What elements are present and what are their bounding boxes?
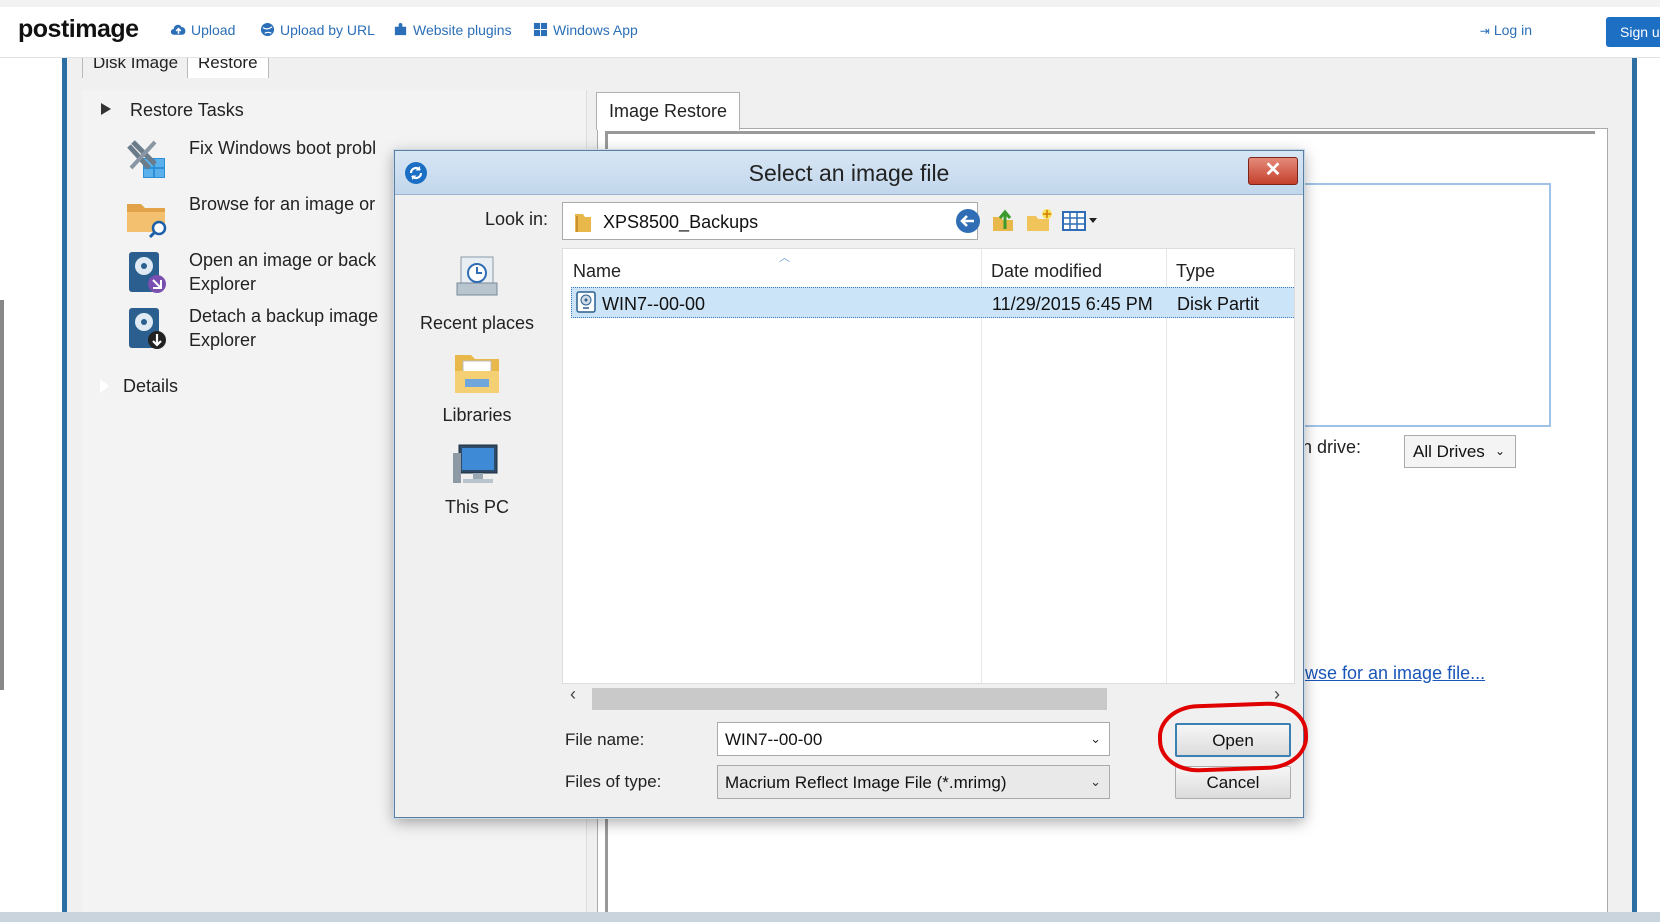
computer-icon (453, 444, 498, 483)
chevron-down-icon: ⌄ (1090, 731, 1101, 746)
task-open-explorer-label-2: Explorer (189, 274, 257, 294)
restore-tasks-header[interactable]: Restore Tasks (100, 100, 244, 121)
drive-filter-select[interactable]: All Drives ⌄ (1404, 435, 1516, 468)
place-recent[interactable]: Recent places (407, 253, 547, 334)
cloud-upload-icon (170, 24, 186, 35)
close-button[interactable]: ✕ (1248, 157, 1298, 185)
libraries-icon (455, 355, 499, 393)
nav-windows-app[interactable]: Windows App (532, 22, 638, 38)
site-logo-text: postimage (18, 15, 139, 43)
site-logo[interactable]: postimage (18, 15, 139, 44)
header-top-line (0, 0, 1660, 7)
task-browse-image-label: Browse for an image or (189, 194, 376, 214)
column-header-date[interactable]: Date modified (991, 249, 1102, 287)
sort-ascending-icon: ︿ (779, 252, 790, 264)
details-label: Details (123, 376, 179, 396)
bottom-strip (0, 912, 1660, 922)
site-header: postimage Upload Upload by URL Website p… (0, 0, 1660, 58)
scroll-left-icon[interactable]: ‹ (570, 684, 576, 705)
place-this-pc[interactable]: This PC (407, 443, 547, 518)
screenshot-stage: postimage Upload Upload by URL Website p… (0, 0, 1660, 922)
windows-icon (533, 22, 548, 37)
task-open-explorer[interactable]: Open an image or back Explorer (125, 248, 405, 298)
file-name-label: File name: (565, 730, 645, 749)
file-name-input[interactable]: WIN7--00-00 ⌄ (717, 722, 1110, 756)
disk-image-file-icon (576, 291, 596, 313)
recent-places-icon (456, 256, 498, 296)
annotation-circle (1156, 700, 1310, 774)
left-edge-strip (0, 300, 4, 690)
restore-tasks-title: Restore Tasks (130, 100, 244, 120)
signup-button[interactable]: Sign up (1606, 17, 1660, 47)
file-type-select[interactable]: Macrium Reflect Image File (*.mrimg) ⌄ (717, 765, 1110, 799)
file-date-cell: 11/29/2015 6:45 PM (992, 294, 1153, 314)
expand-triangle-icon (99, 378, 109, 394)
close-icon: ✕ (1264, 159, 1282, 181)
scrollbar-thumb[interactable] (592, 688, 1107, 710)
file-name-input-value: WIN7--00-00 (725, 730, 823, 749)
image-preview-box (1286, 183, 1551, 427)
place-libraries-label: Libraries (442, 405, 512, 425)
nav-upload[interactable]: Upload (170, 22, 235, 38)
open-image-disk-icon (129, 252, 166, 293)
place-this-pc-label: This PC (444, 497, 509, 517)
nav-website-plugins[interactable]: Website plugins (392, 22, 512, 38)
nav-upload-by-url[interactable]: Upload by URL (259, 22, 375, 38)
up-folder-icon[interactable] (989, 207, 1017, 235)
nav-windows-app-label: Windows App (553, 22, 638, 38)
dialog-titlebar[interactable]: Select an image file ✕ (395, 151, 1303, 195)
folder-search-icon (127, 204, 167, 238)
file-row[interactable]: WIN7--00-00 11/29/2015 6:45 PM Disk Part… (571, 287, 1294, 318)
task-detach-image-label-2: Explorer (189, 330, 257, 350)
globe-icon (260, 22, 275, 37)
drive-filter-value: All Drives (1413, 442, 1485, 461)
file-type-select-value: Macrium Reflect Image File (*.mrimg) (725, 773, 1007, 792)
nav-upload-label: Upload (191, 22, 236, 38)
file-type-cell: Disk Partit (1177, 294, 1260, 314)
file-name-cell: WIN7--00-00 (602, 294, 706, 314)
details-expander[interactable]: Details (99, 376, 179, 397)
task-browse-image[interactable]: Browse for an image or (125, 192, 405, 242)
collapse-triangle-icon (101, 103, 111, 115)
login-icon: ⇥ (1479, 24, 1490, 38)
browse-image-link[interactable]: owse for an image file... (1295, 663, 1485, 684)
dialog-title: Select an image file (748, 160, 950, 186)
view-menu-icon[interactable] (1060, 207, 1100, 235)
task-detach-image[interactable]: Detach a backup image Explorer (125, 304, 405, 354)
back-arrow-icon[interactable] (954, 207, 982, 235)
tools-icon (127, 140, 165, 178)
folder-icon (575, 214, 591, 232)
puzzle-icon (394, 22, 407, 36)
task-fix-boot[interactable]: Fix Windows boot probl (125, 136, 405, 186)
new-folder-icon[interactable] (1025, 207, 1053, 235)
column-header-type[interactable]: Type (1176, 249, 1215, 287)
detach-image-disk-icon (129, 308, 166, 349)
task-fix-boot-label: Fix Windows boot probl (189, 138, 377, 158)
look-in-label: Look in: (485, 209, 549, 229)
task-detach-image-label: Detach a backup image (189, 306, 379, 326)
look-in-value: XPS8500_Backups (603, 212, 759, 232)
nav-upload-by-url-label: Upload by URL (280, 22, 375, 38)
column-header-name[interactable]: Name (573, 249, 621, 287)
nav-website-plugins-label: Website plugins (413, 22, 512, 38)
look-in-select[interactable]: XPS8500_Backups ⌄ (562, 202, 978, 240)
tab-image-restore[interactable]: Image Restore (596, 92, 741, 130)
file-type-label: Files of type: (565, 772, 662, 791)
place-libraries[interactable]: Libraries (407, 349, 547, 426)
login-label: Log in (1493, 22, 1532, 38)
task-open-explorer-label: Open an image or back (189, 250, 377, 270)
file-list: ︿ Name Date modified Type WIN7--00-00 11… (562, 248, 1295, 684)
login-link[interactable]: ⇥ Log in (1480, 22, 1532, 38)
chevron-down-icon: ⌄ (1090, 774, 1101, 789)
place-recent-label: Recent places (419, 313, 535, 333)
chevron-down-icon: ⌄ (1494, 444, 1505, 458)
